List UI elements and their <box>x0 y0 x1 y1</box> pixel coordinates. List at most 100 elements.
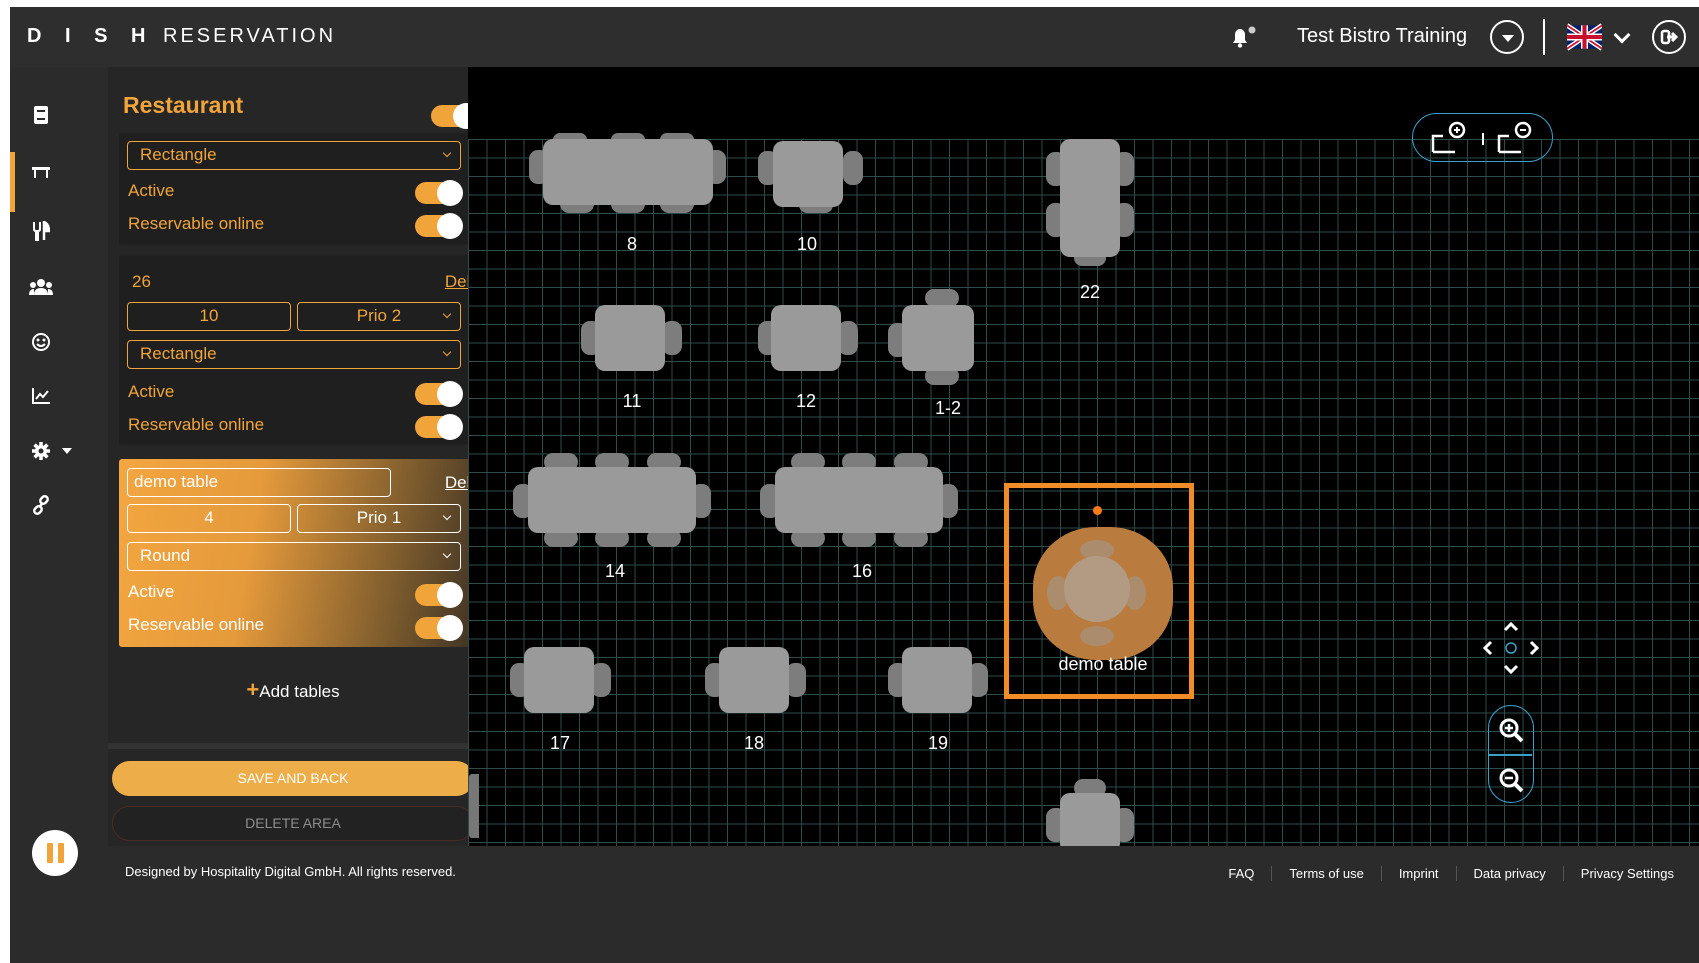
table-12[interactable] <box>771 305 841 371</box>
table-14[interactable] <box>528 467 696 533</box>
table-label: 16 <box>851 561 873 581</box>
table-label: 8 <box>626 234 637 254</box>
chair <box>786 663 806 697</box>
uk-flag-icon[interactable] <box>1567 22 1602 52</box>
table-22[interactable] <box>1060 139 1120 257</box>
seats-field[interactable]: 10 <box>127 302 291 331</box>
footer-link-data-privacy[interactable]: Data privacy <box>1455 866 1563 881</box>
zoom-in-icon[interactable] <box>1498 717 1524 743</box>
priority-select[interactable]: Prio 1 <box>297 504 461 533</box>
zoom-controls <box>1488 705 1534 803</box>
venue-name[interactable]: Test Bistro Training <box>1297 25 1467 48</box>
shape-select[interactable]: Rectangle <box>127 141 461 170</box>
venue-dropdown-icon[interactable] <box>1490 20 1524 54</box>
chair <box>662 321 682 355</box>
priority-select[interactable]: Prio 2 <box>297 302 461 331</box>
table-17[interactable] <box>524 647 594 713</box>
table-settings-panel: Restaurant Rectangle Active Reservable o… <box>108 67 516 846</box>
online-label: Reservable online <box>128 214 265 233</box>
demo-table[interactable] <box>1064 556 1130 622</box>
delete-area-button[interactable]: DELETE AREA <box>112 806 474 841</box>
chair <box>1080 626 1114 646</box>
top-bar: D I S H RESERVATION Test Bistro Training <box>10 7 1699 67</box>
table-8[interactable] <box>543 139 713 205</box>
table-number[interactable]: 26 <box>132 272 151 292</box>
pause-button[interactable] <box>32 830 78 876</box>
area-size-control <box>1412 113 1553 162</box>
active-toggle[interactable] <box>415 582 463 608</box>
table-label: 19 <box>927 733 949 753</box>
table-card-selected: demo table Delete 4 Prio 1 Round Active … <box>119 459 505 647</box>
guests-icon <box>29 279 53 295</box>
copyright-text: Designed by Hospitality Digital GmbH. Al… <box>125 864 456 879</box>
table-10[interactable] <box>773 141 843 207</box>
zoom-out-icon[interactable] <box>1498 767 1524 793</box>
table-18[interactable] <box>719 647 789 713</box>
sidebar-item-guests[interactable] <box>10 267 72 307</box>
active-toggle[interactable] <box>415 381 463 407</box>
chair <box>591 663 611 697</box>
chevron-left-icon[interactable] <box>1482 640 1493 656</box>
save-and-back-button[interactable]: SAVE AND BACK <box>112 761 474 796</box>
chevron-down-icon[interactable] <box>1613 26 1631 44</box>
divider <box>1543 19 1545 55</box>
table-partial[interactable] <box>1060 793 1120 846</box>
footer-link-terms[interactable]: Terms of use <box>1271 866 1380 881</box>
table-label: 11 <box>622 391 642 411</box>
footer-link-privacy-settings[interactable]: Privacy Settings <box>1562 866 1691 881</box>
seats-field[interactable]: 4 <box>127 504 291 533</box>
rotate-handle[interactable] <box>1093 506 1102 515</box>
logout-icon[interactable] <box>1652 20 1686 54</box>
sidebar-item-analytics[interactable] <box>10 376 72 416</box>
table-19[interactable] <box>902 647 972 713</box>
chair <box>838 321 858 355</box>
shape-select[interactable]: Round <box>127 542 461 571</box>
table-1-2[interactable] <box>902 305 974 371</box>
active-toggle[interactable] <box>415 180 463 206</box>
floor-plan-canvas[interactable]: 8 10 22 11 12 1-2 14 16 demo table 17 18… <box>468 67 1699 846</box>
shrink-area-icon[interactable] <box>1497 120 1537 154</box>
sidebar-item-integrations[interactable] <box>10 485 72 525</box>
table-16[interactable] <box>775 467 943 533</box>
plus-icon: + <box>246 677 260 702</box>
active-label: Active <box>128 382 175 401</box>
table-label: demo table <box>1058 654 1148 674</box>
online-toggle[interactable] <box>415 213 463 239</box>
pan-control[interactable] <box>1476 612 1546 682</box>
panel-resize-handle[interactable] <box>469 774 479 838</box>
online-label: Reservable online <box>128 615 265 634</box>
active-label: Active <box>128 181 175 200</box>
table-card: 26 Delete 10 Prio 2 Rectangle Active Res… <box>119 255 505 445</box>
sidebar-item-menu[interactable] <box>10 211 72 251</box>
notification-bell-icon[interactable] <box>1228 25 1258 49</box>
table-label: 12 <box>795 391 817 411</box>
settings-icon <box>32 442 50 460</box>
brand-logo[interactable]: D I S H RESERVATION <box>27 25 336 48</box>
shape-select[interactable]: Rectangle <box>127 340 461 369</box>
area-title: Restaurant <box>123 92 244 118</box>
table-name-field[interactable]: demo table <box>127 468 391 497</box>
chart-icon <box>32 388 50 404</box>
chair <box>843 151 863 185</box>
sidebar-item-tables[interactable] <box>10 152 72 192</box>
chevron-right-icon[interactable] <box>1529 640 1540 656</box>
active-label: Active <box>128 582 175 601</box>
table-11[interactable] <box>595 305 665 371</box>
table-label: 18 <box>743 733 765 753</box>
footer-link-imprint[interactable]: Imprint <box>1380 866 1456 881</box>
sidebar-item-feedback[interactable] <box>10 322 72 362</box>
footer-link-faq[interactable]: FAQ <box>1211 866 1271 881</box>
online-toggle[interactable] <box>415 414 463 440</box>
center-icon[interactable] <box>1505 642 1517 654</box>
online-toggle[interactable] <box>415 615 463 641</box>
smile-icon <box>32 333 50 351</box>
chevron-down-icon[interactable] <box>1503 664 1519 675</box>
divider <box>108 743 516 749</box>
chevron-up-icon[interactable] <box>1503 621 1519 632</box>
add-tables-button[interactable]: +Add tables <box>108 677 478 703</box>
cutlery-icon <box>33 221 50 241</box>
sidebar-item-reservations[interactable] <box>10 95 72 135</box>
sidebar-item-settings[interactable] <box>10 431 94 471</box>
enlarge-area-icon[interactable] <box>1431 120 1471 154</box>
table-label: 22 <box>1079 282 1101 302</box>
